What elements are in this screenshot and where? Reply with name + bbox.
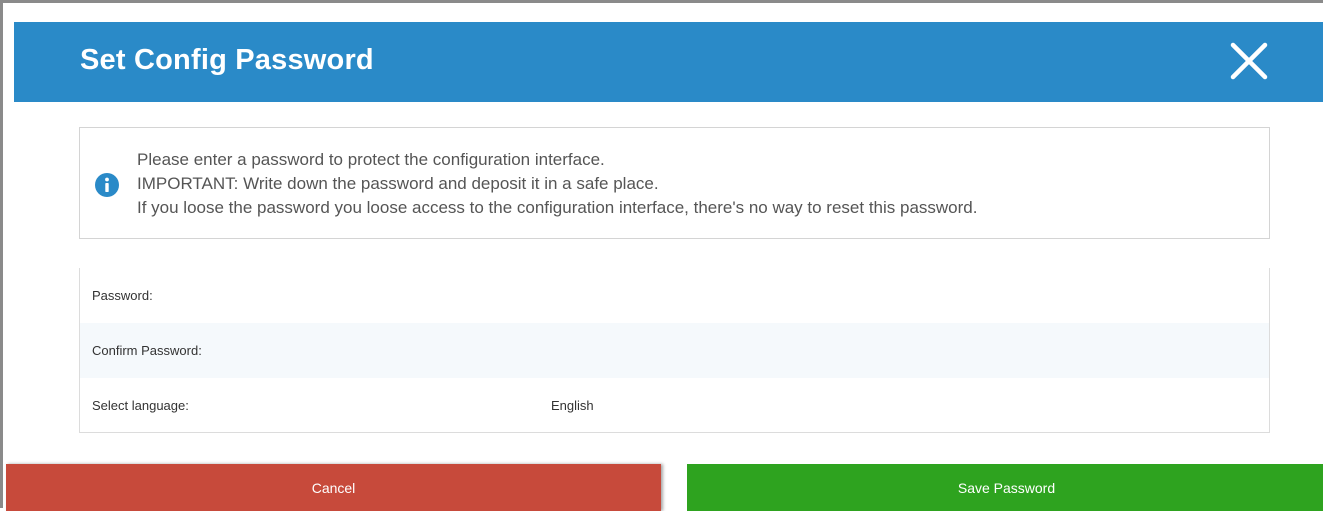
info-icon xyxy=(94,172,120,198)
dialog-header: Set Config Password xyxy=(14,22,1323,102)
language-label: Select language: xyxy=(92,398,189,413)
cancel-button[interactable]: Cancel xyxy=(6,464,661,511)
save-password-button[interactable]: Save Password xyxy=(687,464,1323,511)
close-icon xyxy=(1230,42,1268,80)
info-notice: Please enter a password to protect the c… xyxy=(79,127,1270,239)
confirm-password-row: Confirm Password: xyxy=(80,323,1269,378)
info-line: If you loose the password you loose acce… xyxy=(137,198,978,217)
info-text: Please enter a password to protect the c… xyxy=(137,148,977,220)
language-select[interactable]: English xyxy=(551,398,594,413)
dialog-title: Set Config Password xyxy=(80,44,374,76)
language-row: Select language: English xyxy=(80,378,1269,433)
info-line: Please enter a password to protect the c… xyxy=(137,150,605,169)
info-line: IMPORTANT: Write down the password and d… xyxy=(137,174,659,193)
confirm-password-input[interactable] xyxy=(540,335,1240,365)
password-input[interactable] xyxy=(540,280,1240,310)
password-row: Password: xyxy=(80,268,1269,323)
confirm-password-label: Confirm Password: xyxy=(92,343,202,358)
dialog-window: Set Config Password Please enter a passw… xyxy=(0,0,1323,511)
password-form: Password: Confirm Password: Select langu… xyxy=(79,268,1270,433)
password-label: Password: xyxy=(92,288,153,303)
close-button[interactable] xyxy=(1227,39,1271,83)
